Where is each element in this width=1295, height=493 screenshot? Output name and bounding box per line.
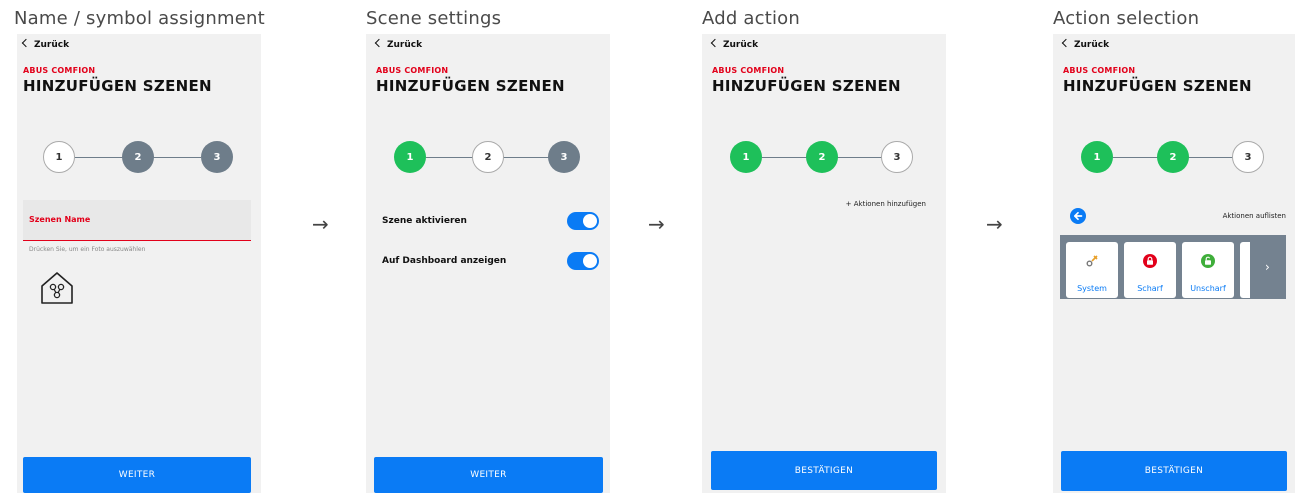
- scene-activate-label: Szene aktivieren: [382, 216, 467, 226]
- back-button[interactable]: Zurück: [374, 38, 423, 50]
- tile-system-label: System: [1077, 284, 1107, 293]
- tile-armed-label: Scharf: [1137, 284, 1163, 293]
- list-actions-label: Aktionen auflisten: [1222, 212, 1286, 220]
- caption-name-symbol: Name / symbol assignment: [14, 8, 265, 29]
- step-2: 2: [122, 141, 154, 173]
- flow-arrow-icon: →: [986, 212, 1003, 236]
- lock-open-icon: [1201, 254, 1215, 268]
- next-button[interactable]: WEITER: [23, 457, 251, 493]
- step-2: 2: [472, 141, 504, 173]
- confirm-button[interactable]: BESTÄTIGEN: [711, 451, 937, 490]
- back-button[interactable]: Zurück: [710, 38, 759, 50]
- toggle-knob: [583, 214, 597, 228]
- screen-scene-settings: Zurück ABUS COMFION HINZUFÜGEN SZENEN 1 …: [366, 34, 610, 493]
- page-title: HINZUFÜGEN SZENEN: [376, 77, 565, 95]
- flow-arrow-icon: →: [648, 212, 665, 236]
- step-3: 3: [201, 141, 233, 173]
- brand-label: ABUS COMFION: [1063, 66, 1136, 75]
- tile-disarmed-label: Unscharf: [1190, 284, 1226, 293]
- scene-name-label: Szenen Name: [29, 215, 91, 224]
- back-label: Zurück: [723, 40, 759, 50]
- stepper: 1 2 3: [43, 141, 233, 175]
- arrow-left-icon: [1073, 211, 1083, 221]
- back-button[interactable]: Zurück: [21, 38, 70, 50]
- page-title: HINZUFÜGEN SZENEN: [1063, 77, 1252, 95]
- step-1: 1: [43, 141, 75, 173]
- step-2: 2: [806, 141, 838, 173]
- tile-armed[interactable]: Scharf: [1124, 242, 1176, 298]
- confirm-button[interactable]: BESTÄTIGEN: [1061, 451, 1287, 491]
- photo-hint: Drücken Sie, um ein Foto auszuwählen: [29, 246, 146, 253]
- brand-label: ABUS COMFION: [23, 66, 96, 75]
- chevron-left-icon: [1061, 38, 1071, 48]
- home-network-icon: [41, 272, 73, 304]
- scene-activate-toggle[interactable]: [567, 212, 599, 230]
- back-label: Zurück: [387, 40, 423, 50]
- step-1: 1: [1081, 141, 1113, 173]
- tools-icon: [1086, 255, 1098, 267]
- dashboard-show-label: Auf Dashboard anzeigen: [382, 256, 507, 266]
- tile-partial[interactable]: [1240, 242, 1250, 298]
- action-tiles-panel: System Scharf Unscharf ›: [1060, 235, 1286, 299]
- brand-label: ABUS COMFION: [712, 66, 785, 75]
- toggle-knob: [583, 254, 597, 268]
- step-3: 3: [881, 141, 913, 173]
- stepper: 1 2 3: [394, 141, 584, 175]
- screen-add-action: Zurück ABUS COMFION HINZUFÜGEN SZENEN 1 …: [702, 34, 946, 493]
- brand-label: ABUS COMFION: [376, 66, 449, 75]
- chevron-left-icon: [710, 38, 720, 48]
- back-button[interactable]: Zurück: [1061, 38, 1110, 50]
- back-label: Zurück: [1074, 40, 1110, 50]
- screen-action-selection: Zurück ABUS COMFION HINZUFÜGEN SZENEN 1 …: [1053, 34, 1295, 493]
- tile-disarmed[interactable]: Unscharf: [1182, 242, 1234, 298]
- caption-action-selection: Action selection: [1053, 8, 1200, 29]
- page-title: HINZUFÜGEN SZENEN: [23, 77, 212, 95]
- chevron-left-icon: [21, 38, 31, 48]
- next-button[interactable]: WEITER: [374, 457, 603, 493]
- stepper: 1 2 3: [730, 141, 920, 175]
- step-1: 1: [730, 141, 762, 173]
- caption-add-action: Add action: [702, 8, 800, 29]
- back-circle-button[interactable]: [1070, 208, 1086, 224]
- step-3: 3: [548, 141, 580, 173]
- page-title: HINZUFÜGEN SZENEN: [712, 77, 901, 95]
- step-1: 1: [394, 141, 426, 173]
- step-2: 2: [1157, 141, 1189, 173]
- chevron-left-icon: [374, 38, 384, 48]
- caption-scene-settings: Scene settings: [366, 8, 502, 29]
- add-actions-link[interactable]: + Aktionen hinzufügen: [846, 200, 926, 208]
- back-label: Zurück: [34, 40, 70, 50]
- dashboard-show-toggle[interactable]: [567, 252, 599, 270]
- step-3: 3: [1232, 141, 1264, 173]
- screen-name-symbol: Zurück ABUS COMFION HINZUFÜGEN SZENEN 1 …: [17, 34, 261, 493]
- scene-name-field[interactable]: Szenen Name: [23, 200, 251, 241]
- stepper: 1 2 3: [1081, 141, 1271, 175]
- lock-closed-icon: [1143, 254, 1157, 268]
- scene-photo-picker[interactable]: [39, 270, 75, 306]
- chevron-right-icon[interactable]: ›: [1265, 260, 1270, 274]
- flow-arrow-icon: →: [312, 212, 329, 236]
- tile-system[interactable]: System: [1066, 242, 1118, 298]
